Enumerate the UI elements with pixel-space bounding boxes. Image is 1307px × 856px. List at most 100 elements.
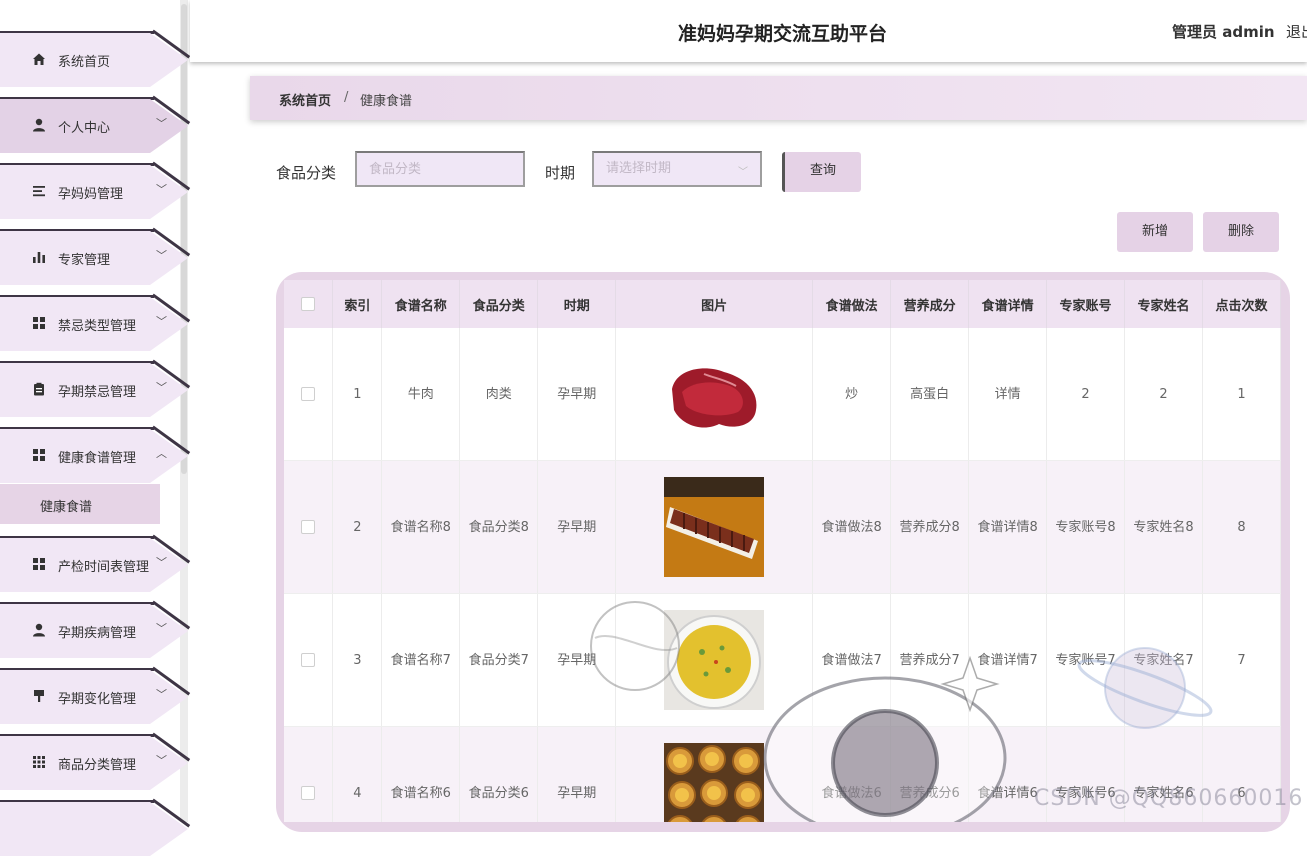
sidebar-item-label: 孕期疾病管理 — [58, 626, 137, 641]
select-all-checkbox[interactable] — [301, 297, 316, 311]
cell-detail[interactable]: 食谱详情8 — [968, 460, 1048, 594]
col-header: 食品分类 — [459, 280, 539, 328]
col-header: 点击次数 — [1202, 280, 1281, 328]
row-checkbox[interactable] — [301, 520, 316, 534]
row-checkbox-cell[interactable] — [284, 328, 334, 461]
sidebar-item-mothers[interactable]: 孕妈妈管理 ﹀ — [0, 161, 191, 219]
egg-tart-image[interactable] — [664, 743, 765, 822]
sidebar-item-label: 孕期禁忌管理 — [58, 385, 137, 400]
cell-account: 专家账号8 — [1046, 460, 1126, 594]
cell-detail[interactable]: 详情 — [968, 328, 1048, 461]
apps-icon — [31, 755, 47, 771]
table-row[interactable]: 3 食谱名称7 食品分类7 孕早期 食谱做法7 营养成分7 食谱详情7 专家账号… — [284, 593, 1281, 727]
cell-category: 食品分类7 — [459, 593, 539, 727]
chevron-down-icon: ﹀ — [156, 183, 167, 196]
col-header: 食谱详情 — [968, 280, 1048, 328]
top-header: 准妈妈孕期交流互助平台 管理员 admin 退出 — [190, 0, 1307, 62]
sidebar-item-label: 禁忌类型管理 — [58, 319, 137, 334]
sidebar-item-label: 商品分类管理 — [58, 758, 137, 773]
list-icon — [31, 184, 47, 200]
cell-account: 2 — [1046, 328, 1126, 461]
cell-image — [615, 726, 814, 822]
chevron-down-icon: ﹀ — [156, 315, 167, 328]
sidebar-item-label: 产检时间表管理 — [58, 560, 150, 575]
cell-nutrition: 营养成分6 — [890, 726, 970, 822]
cell-index: 4 — [332, 726, 383, 822]
sidebar-item-label: 系统首页 — [58, 55, 111, 70]
sidebar-subitem-healthy-recipes[interactable]: 健康食谱 — [0, 484, 160, 524]
col-header: 食谱名称 — [381, 280, 461, 328]
col-header: 专家账号 — [1046, 280, 1126, 328]
breadcrumb: 系统首页 / 健康食谱 — [250, 76, 1307, 120]
cell-image — [615, 593, 814, 727]
period-select[interactable]: 请选择时期 — [592, 151, 762, 187]
sidebar-item-home[interactable]: 系统首页 — [0, 29, 191, 87]
cell-expert: 专家姓名7 — [1124, 593, 1203, 727]
cell-period: 孕早期 — [537, 460, 617, 594]
breadcrumb-current: 健康食谱 — [360, 94, 413, 109]
table-row[interactable]: 1 牛肉 肉类 孕早期 炒 高蛋白 详情 2 2 1 — [284, 328, 1281, 461]
cell-image — [615, 328, 814, 461]
app-title: 准妈妈孕期交流互助平台 — [678, 23, 888, 45]
sidebar-item-label: 专家管理 — [58, 253, 111, 268]
omelette-image[interactable] — [664, 610, 765, 710]
cell-period: 孕早期 — [537, 593, 617, 727]
breadcrumb-home[interactable]: 系统首页 — [279, 90, 331, 109]
brush-icon — [31, 689, 47, 705]
cell-image — [615, 460, 814, 594]
col-header: 营养成分 — [890, 280, 970, 328]
row-checkbox-cell[interactable] — [284, 460, 334, 594]
select-all-cell[interactable] — [284, 280, 334, 328]
sidebar-item-recipes[interactable]: 健康食谱管理 ︿ — [0, 425, 191, 483]
sidebar-item-taboo-types[interactable]: 禁忌类型管理 ﹀ — [0, 293, 191, 351]
sidebar-item-changes[interactable]: 孕期变化管理 ﹀ — [0, 666, 191, 724]
sidebar-item-label: 健康食谱管理 — [58, 451, 137, 466]
col-header: 食谱做法 — [812, 280, 892, 328]
cell-name: 食谱名称6 — [381, 726, 461, 822]
cell-expert: 2 — [1124, 328, 1203, 461]
sidebar-item-personal[interactable]: 个人中心 ﹀ — [0, 95, 191, 153]
row-checkbox-cell[interactable] — [284, 726, 334, 822]
cell-method: 食谱做法6 — [812, 726, 892, 822]
chevron-down-icon: ﹀ — [156, 688, 167, 701]
sidebar-item-diseases[interactable]: 孕期疾病管理 ﹀ — [0, 600, 191, 658]
sausage-image[interactable] — [664, 477, 765, 577]
add-button[interactable]: 新增 — [1117, 212, 1193, 252]
table-row[interactable]: 2 食谱名称8 食品分类8 孕早期 食谱做法8 营养成分8 食谱详情8 专家账号… — [284, 460, 1281, 594]
chevron-up-icon: ︿ — [156, 447, 167, 460]
sidebar-item-product-categories[interactable]: 商品分类管理 ﹀ — [0, 732, 191, 790]
cell-method: 食谱做法7 — [812, 593, 892, 727]
cell-method: 炒 — [812, 328, 892, 461]
delete-button[interactable]: 删除 — [1203, 212, 1279, 252]
sidebar-item-experts[interactable]: 专家管理 ﹀ — [0, 227, 191, 285]
row-checkbox-cell[interactable] — [284, 593, 334, 727]
home-icon — [31, 52, 47, 68]
category-input[interactable] — [355, 151, 525, 187]
row-checkbox[interactable] — [301, 653, 316, 667]
watermark: CSDN @QQ860660016 — [1034, 786, 1304, 811]
chevron-down-icon: ﹀ — [156, 381, 167, 394]
bar-chart-icon — [31, 250, 47, 266]
logout-link[interactable]: 退出 — [1286, 21, 1307, 42]
cell-detail[interactable]: 食谱详情7 — [968, 593, 1048, 727]
sidebar-item-pregnancy-taboos[interactable]: 孕期禁忌管理 ﹀ — [0, 359, 191, 417]
cell-nutrition: 营养成分8 — [890, 460, 970, 594]
sidebar-item-label: 孕期变化管理 — [58, 692, 137, 707]
cell-account: 专家账号7 — [1046, 593, 1126, 727]
current-user: 管理员 admin — [1172, 23, 1275, 41]
cell-nutrition: 高蛋白 — [890, 328, 970, 461]
sidebar-item-checkup-schedule[interactable]: 产检时间表管理 ﹀ — [0, 534, 191, 592]
cell-category: 肉类 — [459, 328, 539, 461]
beef-image[interactable] — [664, 344, 765, 444]
query-button[interactable]: 查询 — [782, 152, 861, 192]
grid-icon — [31, 448, 47, 464]
row-checkbox[interactable] — [301, 786, 316, 800]
cell-index: 3 — [332, 593, 383, 727]
cell-name: 食谱名称7 — [381, 593, 461, 727]
sidebar-item-label: 个人中心 — [58, 121, 111, 136]
row-checkbox[interactable] — [301, 387, 316, 401]
chevron-down-icon: ﹀ — [156, 556, 167, 569]
clipboard-icon — [31, 382, 47, 398]
sidebar-item-more[interactable] — [0, 798, 191, 856]
chevron-down-icon: ﹀ — [156, 249, 167, 262]
